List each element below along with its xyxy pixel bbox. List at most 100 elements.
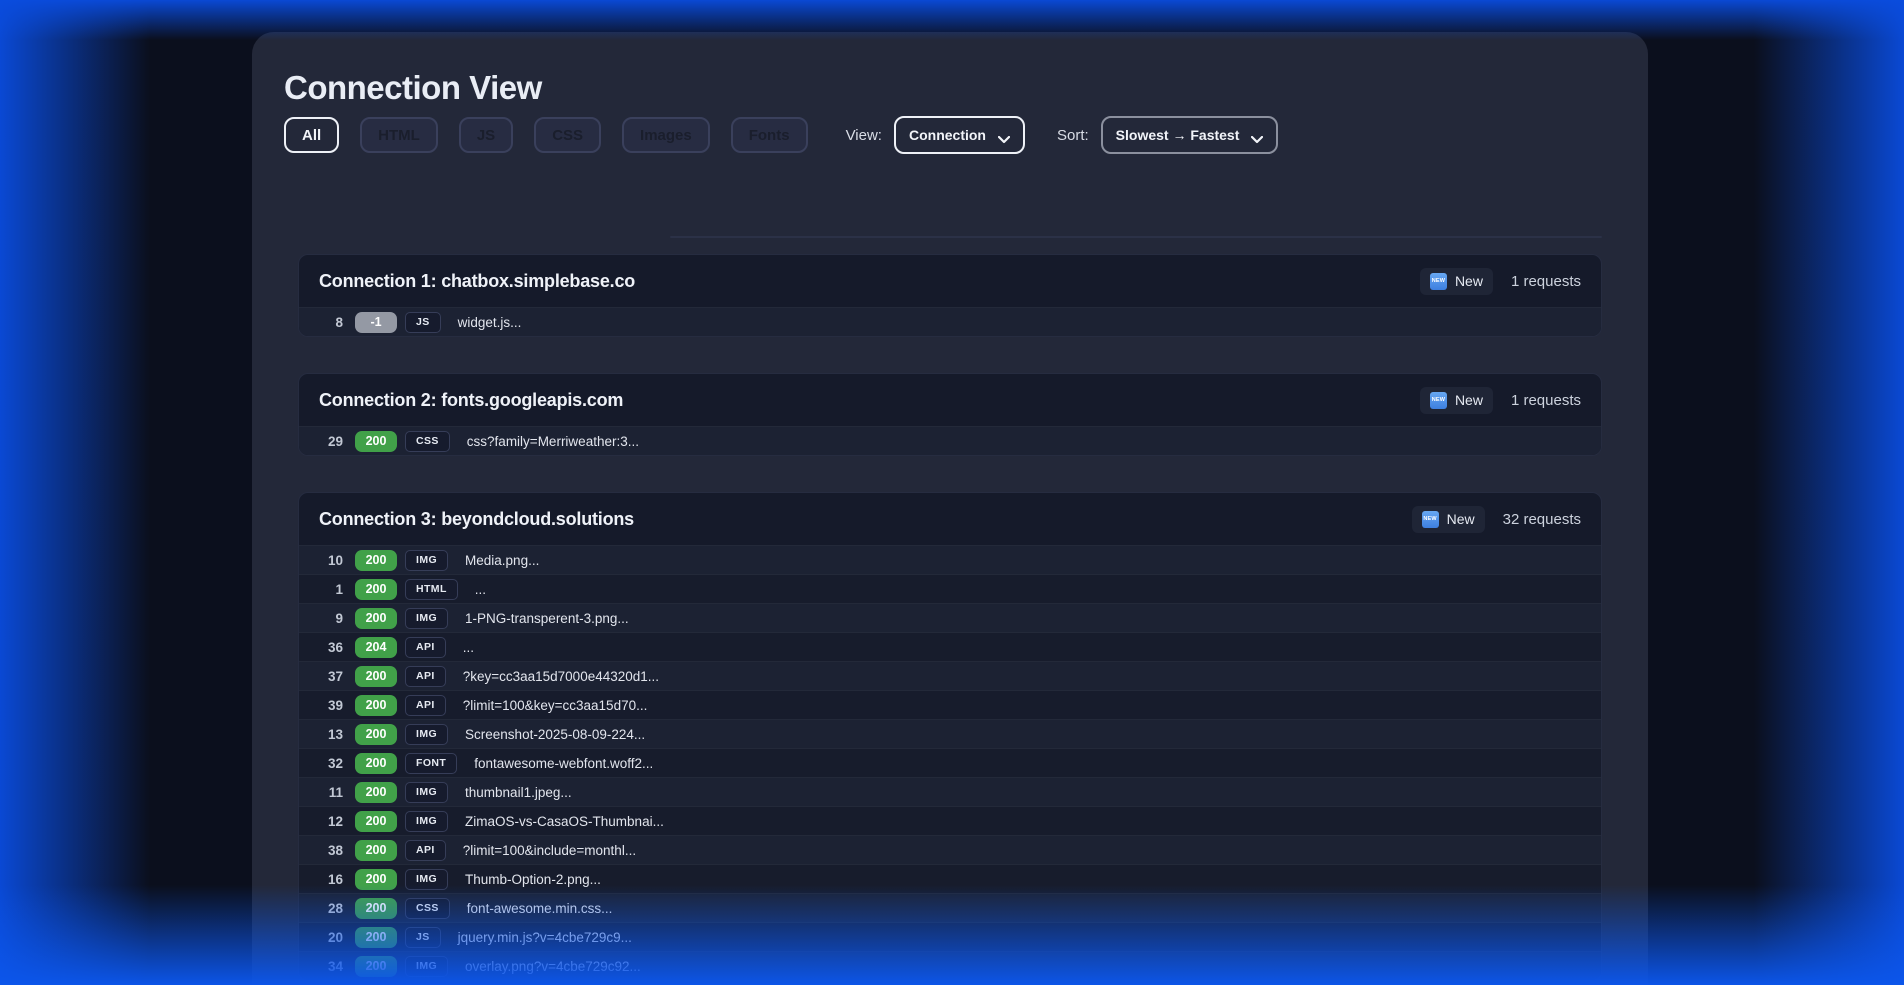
request-url: widget.js... — [458, 315, 522, 330]
request-row[interactable]: 28 200 CSS font-awesome.min.css... — [299, 893, 1601, 922]
request-id: 20 — [319, 930, 343, 945]
request-row[interactable]: 37 200 API ?key=cc3aa15d7000e44320d1... — [299, 661, 1601, 690]
request-rows: 10 200 IMG Media.png... 1 200 HTML ... 9… — [299, 545, 1601, 980]
connection-header: Connection 1: chatbox.simplebase.co NEW … — [299, 255, 1601, 307]
connection-header-right: NEW New 1 requests — [1420, 268, 1581, 295]
request-id: 12 — [319, 814, 343, 829]
sort-select[interactable]: Slowest → Fastest — [1101, 116, 1279, 154]
request-url: ... — [463, 640, 474, 655]
request-id: 28 — [319, 901, 343, 916]
request-id: 32 — [319, 756, 343, 771]
request-url: overlay.png?v=4cbe729c92... — [465, 959, 641, 974]
sort-select-value: Slowest → Fastest — [1116, 127, 1240, 143]
type-badge: FONT — [405, 753, 457, 774]
filter-button-html[interactable]: HTML — [360, 117, 438, 153]
status-badge: 200 — [355, 579, 397, 600]
status-badge: 200 — [355, 431, 397, 452]
request-id: 29 — [319, 434, 343, 449]
status-badge: 200 — [355, 898, 397, 919]
status-badge: 200 — [355, 840, 397, 861]
main-panel: Connection View All HTML JS CSS Images F… — [252, 32, 1648, 985]
request-url: ?key=cc3aa15d7000e44320d1... — [463, 669, 659, 684]
new-icon: NEW — [1422, 511, 1439, 528]
status-badge: 200 — [355, 869, 397, 890]
request-id: 8 — [319, 315, 343, 330]
request-url: ?limit=100&key=cc3aa15d70... — [463, 698, 648, 713]
connection-header: Connection 3: beyondcloud.solutions NEW … — [299, 493, 1601, 545]
sort-label: Sort: — [1057, 127, 1089, 144]
page-title: Connection View — [284, 70, 1616, 106]
request-row[interactable]: 20 200 JS jquery.min.js?v=4cbe729c9... — [299, 922, 1601, 951]
request-id: 39 — [319, 698, 343, 713]
request-url: 1-PNG-transperent-3.png... — [465, 611, 629, 626]
chevron-down-icon — [998, 131, 1010, 139]
request-url: Media.png... — [465, 553, 539, 568]
request-row[interactable]: 9 200 IMG 1-PNG-transperent-3.png... — [299, 603, 1601, 632]
request-id: 9 — [319, 611, 343, 626]
status-badge: 200 — [355, 811, 397, 832]
status-badge: 200 — [355, 550, 397, 571]
page-background: Connection View All HTML JS CSS Images F… — [0, 0, 1904, 985]
connection-list: Connection 1: chatbox.simplebase.co NEW … — [298, 254, 1602, 981]
request-row[interactable]: 36 204 API ... — [299, 632, 1601, 661]
connection-card: Connection 3: beyondcloud.solutions NEW … — [298, 492, 1602, 981]
request-url: Thumb-Option-2.png... — [465, 872, 601, 887]
view-select-value: Connection — [909, 127, 986, 143]
type-badge: IMG — [405, 608, 448, 629]
request-rows: 8 -1 JS widget.js... — [299, 307, 1601, 336]
new-badge-label: New — [1455, 273, 1483, 289]
request-url: Screenshot-2025-08-09-224... — [465, 727, 645, 742]
chevron-down-icon — [1251, 131, 1263, 139]
request-row[interactable]: 39 200 API ?limit=100&key=cc3aa15d70... — [299, 690, 1601, 719]
request-row[interactable]: 10 200 IMG Media.png... — [299, 545, 1601, 574]
request-row[interactable]: 13 200 IMG Screenshot-2025-08-09-224... — [299, 719, 1601, 748]
request-row[interactable]: 11 200 IMG thumbnail1.jpeg... — [299, 777, 1601, 806]
type-badge: API — [405, 695, 446, 716]
request-row[interactable]: 16 200 IMG Thumb-Option-2.png... — [299, 864, 1601, 893]
view-label: View: — [846, 127, 882, 144]
status-badge: 200 — [355, 927, 397, 948]
type-badge: IMG — [405, 956, 448, 977]
connection-title: Connection 3: beyondcloud.solutions — [319, 509, 634, 530]
type-badge: HTML — [405, 579, 458, 600]
request-row[interactable]: 29 200 CSS css?family=Merriweather:3... — [299, 426, 1601, 455]
request-row[interactable]: 1 200 HTML ... — [299, 574, 1601, 603]
request-row[interactable]: 12 200 IMG ZimaOS-vs-CasaOS-Thumbnai... — [299, 806, 1601, 835]
type-badge: IMG — [405, 869, 448, 890]
request-id: 1 — [319, 582, 343, 597]
request-id: 13 — [319, 727, 343, 742]
type-badge: CSS — [405, 431, 450, 452]
status-badge: -1 — [355, 312, 397, 333]
status-badge: 204 — [355, 637, 397, 658]
connection-header-right: NEW New 1 requests — [1420, 387, 1581, 414]
status-badge: 200 — [355, 782, 397, 803]
filter-button-fonts[interactable]: Fonts — [731, 117, 808, 153]
new-badge-label: New — [1455, 392, 1483, 408]
request-row[interactable]: 8 -1 JS widget.js... — [299, 307, 1601, 336]
toolbar: All HTML JS CSS Images Fonts View: Conne… — [284, 116, 1616, 154]
request-rows: 29 200 CSS css?family=Merriweather:3... — [299, 426, 1601, 455]
request-url: jquery.min.js?v=4cbe729c9... — [458, 930, 632, 945]
new-icon: NEW — [1430, 273, 1447, 290]
request-id: 38 — [319, 843, 343, 858]
connection-card: Connection 1: chatbox.simplebase.co NEW … — [298, 254, 1602, 337]
status-badge: 200 — [355, 608, 397, 629]
filter-button-images[interactable]: Images — [622, 117, 710, 153]
type-badge: JS — [405, 927, 441, 948]
filter-button-css[interactable]: CSS — [534, 117, 601, 153]
request-row[interactable]: 38 200 API ?limit=100&include=monthl... — [299, 835, 1601, 864]
request-id: 34 — [319, 959, 343, 974]
connection-header-right: NEW New 32 requests — [1412, 506, 1581, 533]
type-badge: API — [405, 840, 446, 861]
request-row[interactable]: 32 200 FONT fontawesome-webfont.woff2... — [299, 748, 1601, 777]
filter-button-all[interactable]: All — [284, 117, 339, 153]
status-badge: 200 — [355, 753, 397, 774]
request-id: 37 — [319, 669, 343, 684]
type-badge: JS — [405, 312, 441, 333]
filter-button-js[interactable]: JS — [459, 117, 513, 153]
request-row[interactable]: 34 200 IMG overlay.png?v=4cbe729c92... — [299, 951, 1601, 980]
type-badge: IMG — [405, 811, 448, 832]
new-badge-label: New — [1447, 511, 1475, 527]
request-id: 36 — [319, 640, 343, 655]
view-select[interactable]: Connection — [894, 116, 1025, 154]
